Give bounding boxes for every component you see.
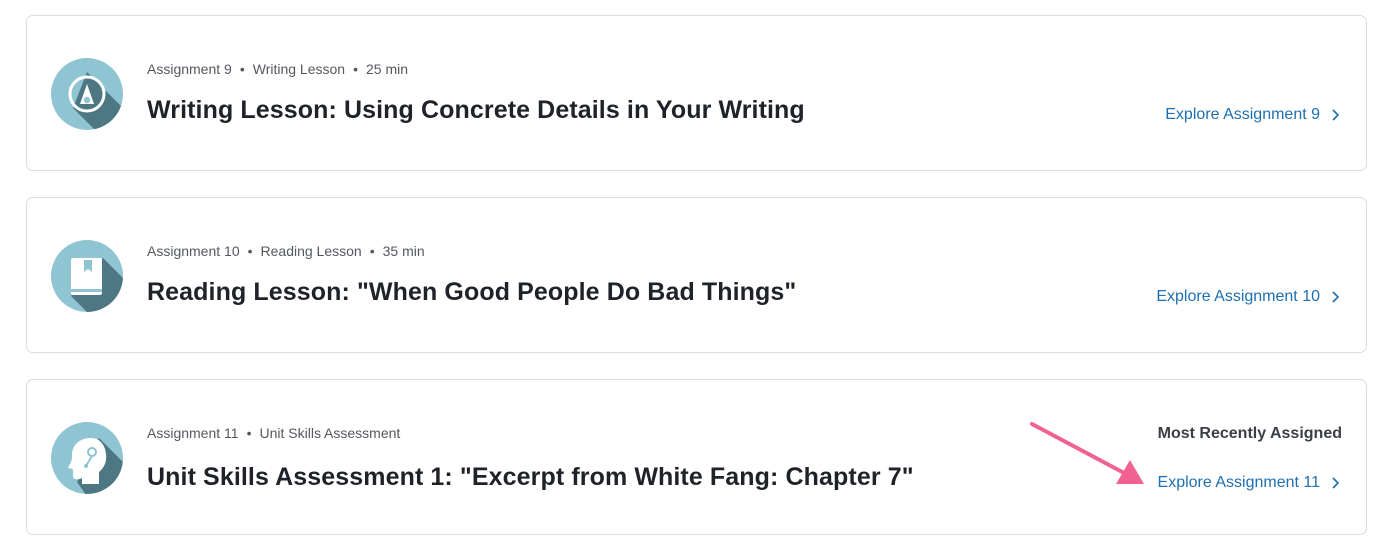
separator-dot: •: [246, 425, 252, 441]
assignment-number: Assignment 9: [147, 61, 232, 77]
assignment-duration: 35 min: [382, 243, 425, 259]
assignment-title: Writing Lesson: Using Concrete Details i…: [147, 96, 805, 124]
assignment-card: Assignment 11 • Unit Skills Assessment Uni…: [26, 379, 1367, 535]
annotation-arrow-icon: [1030, 422, 1144, 484]
assignment-type: Reading Lesson: [260, 243, 362, 259]
reading-lesson-icon: [51, 240, 123, 312]
separator-dot: •: [247, 243, 253, 259]
assignment-type: Unit Skills Assessment: [259, 425, 401, 441]
assignment-number: Assignment 10: [147, 243, 240, 259]
assignment-type: Writing Lesson: [252, 61, 346, 77]
assignment-duration: 25 min: [365, 61, 409, 77]
chevron-right-icon: [1332, 477, 1340, 489]
writing-lesson-icon: [51, 58, 123, 130]
assignment-meta: Assignment 9 • Writing Lesson • 25 min: [147, 61, 408, 77]
explore-assignment-link[interactable]: Explore Assignment 9: [1165, 106, 1342, 124]
separator-dot: •: [353, 61, 358, 77]
chevron-right-icon: [1332, 291, 1340, 303]
separator-dot: •: [369, 243, 375, 259]
skills-assessment-icon: [51, 422, 123, 494]
assignment-title: Reading Lesson: "When Good People Do Bad…: [147, 278, 797, 306]
explore-link-label: Explore Assignment 10: [1156, 288, 1320, 305]
assignment-number: Assignment 11: [147, 425, 239, 441]
explore-link-label: Explore Assignment 9: [1165, 106, 1320, 123]
assignment-title: Unit Skills Assessment 1: "Excerpt from …: [147, 463, 914, 491]
assignment-card: Assignment 9 • Writing Lesson • 25 min Writi…: [26, 15, 1367, 171]
chevron-right-icon: [1332, 109, 1340, 121]
assignment-meta: Assignment 11 • Unit Skills Assessment: [147, 425, 400, 441]
assignment-card: Assignment 10 • Reading Lesson • 35 min Read…: [26, 197, 1367, 353]
most-recent-badge: Most Recently Assigned: [1157, 425, 1342, 442]
separator-dot: •: [239, 61, 245, 77]
explore-link-label: Explore Assignment 11: [1157, 474, 1320, 491]
explore-assignment-link[interactable]: Explore Assignment 11: [1158, 474, 1342, 492]
assignment-meta: Assignment 10 • Reading Lesson • 35 min: [147, 243, 425, 259]
explore-assignment-link[interactable]: Explore Assignment 10: [1156, 288, 1342, 306]
